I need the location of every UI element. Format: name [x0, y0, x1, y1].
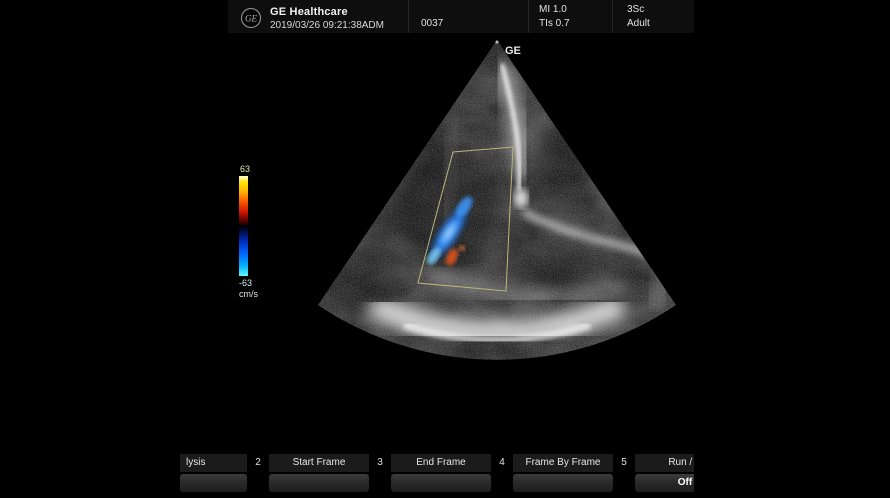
exam-id: 0037	[421, 17, 528, 31]
preset-name: Adult	[627, 17, 694, 31]
image-brand-label: GE	[505, 45, 521, 57]
header-probe-section: 3Sc Adult	[612, 0, 694, 33]
doppler-colorbar: 63 -63 cm/s	[239, 164, 273, 299]
softkey-button-start-frame[interactable]	[269, 474, 369, 492]
colorbar-min-velocity: -63	[239, 278, 273, 288]
vendor-block: GE Healthcare 2019/03/26 09:21:38ADM	[270, 6, 384, 31]
softkey-group-run-stop: Run / S Off	[635, 454, 694, 492]
colorbar-unit: cm/s	[239, 289, 273, 299]
sector-apex-marker	[496, 41, 499, 44]
softkey-label-start-frame: Start Frame	[269, 454, 369, 472]
softkey-label-frame-by-frame: Frame By Frame	[513, 454, 613, 472]
softkey-button-run-stop[interactable]: Off	[635, 474, 694, 492]
svg-text:GE: GE	[245, 14, 257, 24]
ultrasound-image: GE	[0, 0, 890, 455]
softkey-group-analysis: lysis	[180, 454, 247, 492]
header-exam-section: 0037	[408, 0, 528, 33]
mi-value: MI 1.0	[539, 3, 612, 17]
softkey-group-start-frame: Start Frame	[269, 454, 369, 492]
softkey-number-4: 4	[491, 454, 513, 492]
softkey-bar: lysis 2 Start Frame 3 End Frame 4 Frame …	[180, 454, 694, 498]
sector-image	[300, 30, 700, 370]
softkey-row: lysis 2 Start Frame 3 End Frame 4 Frame …	[180, 454, 694, 492]
tis-value: TIs 0.7	[539, 17, 612, 31]
header-vendor-section: GE GE Healthcare 2019/03/26 09:21:38ADM	[228, 0, 408, 33]
exam-datetime: 2019/03/26 09:21:38ADM	[270, 20, 384, 31]
softkey-button-end-frame[interactable]	[391, 474, 491, 492]
colorbar-max-velocity: 63	[239, 164, 273, 174]
exam-id-spacer	[421, 3, 528, 17]
softkey-number-2: 2	[247, 454, 269, 492]
softkey-label-analysis: lysis	[180, 454, 247, 472]
ge-logo-icon: GE	[240, 7, 262, 29]
ultrasound-screen: GE GE GE Healthcare 2019/03/26 09:21:38A…	[0, 0, 890, 498]
softkey-button-frame-by-frame[interactable]	[513, 474, 613, 492]
vendor-name: GE Healthcare	[270, 6, 384, 18]
softkey-group-end-frame: End Frame	[391, 454, 491, 492]
softkey-label-end-frame: End Frame	[391, 454, 491, 472]
softkey-button-analysis[interactable]	[180, 474, 247, 492]
header-bar: GE GE Healthcare 2019/03/26 09:21:38ADM …	[228, 0, 694, 33]
softkey-number-3: 3	[369, 454, 391, 492]
softkey-label-run-stop: Run / S	[635, 454, 694, 472]
softkey-group-frame-by-frame: Frame By Frame	[513, 454, 613, 492]
probe-name: 3Sc	[627, 3, 694, 17]
softkey-number-5: 5	[613, 454, 635, 492]
colorbar-gradient	[239, 176, 248, 276]
header-acoustic-section: MI 1.0 TIs 0.7	[528, 0, 612, 33]
